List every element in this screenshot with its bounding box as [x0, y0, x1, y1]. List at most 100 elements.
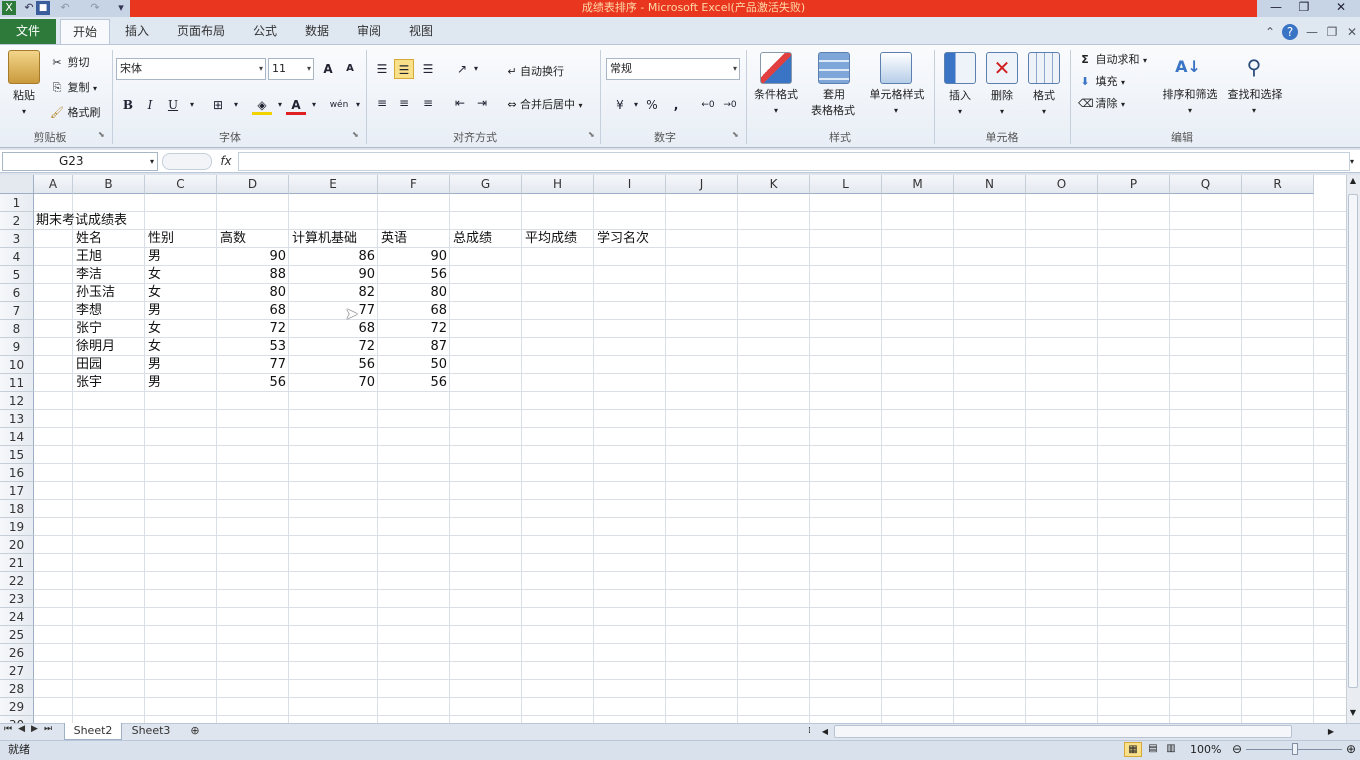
table-cell[interactable]: 女	[148, 284, 161, 302]
chevron-down-icon[interactable]: ▾	[1182, 103, 1198, 118]
column-header-m[interactable]: M	[882, 175, 954, 194]
table-cell[interactable]: 77	[289, 302, 378, 320]
column-header-j[interactable]: J	[666, 175, 738, 194]
table-cell[interactable]: 56	[378, 374, 450, 392]
bold-button[interactable]: B	[118, 95, 138, 115]
percent-button[interactable]: %	[642, 95, 662, 115]
sheet-navigation-icon[interactable]: ⏮◀▶⏭	[4, 724, 58, 734]
page-layout-view-icon[interactable]: ▤	[1144, 742, 1162, 757]
select-all-corner[interactable]	[0, 175, 34, 194]
chevron-down-icon[interactable]: ▾	[888, 103, 904, 118]
chevron-down-icon[interactable]: ▾	[952, 104, 968, 119]
table-header-cell[interactable]: 性别	[148, 230, 174, 248]
row-header-7[interactable]: 7	[0, 302, 34, 320]
tab-data[interactable]: 数据	[294, 19, 340, 44]
insert-function-button[interactable]: fx	[216, 152, 236, 171]
phonetic-icon[interactable]: wén	[328, 95, 350, 115]
number-dialog-launcher-icon[interactable]: ⬊	[732, 131, 741, 140]
row-header-8[interactable]: 8	[0, 320, 34, 338]
table-cell[interactable]: 88	[217, 266, 289, 284]
row-header-12[interactable]: 12	[0, 392, 34, 410]
row-header-18[interactable]: 18	[0, 500, 34, 518]
vertical-scroll-thumb[interactable]	[1348, 194, 1358, 688]
font-dialog-launcher-icon[interactable]: ⬊	[352, 131, 361, 140]
row-header-29[interactable]: 29	[0, 698, 34, 716]
column-header-a[interactable]: A	[34, 175, 73, 194]
table-header-cell[interactable]: 姓名	[76, 230, 102, 248]
formula-input[interactable]	[238, 152, 1350, 171]
row-header-21[interactable]: 21	[0, 554, 34, 572]
minimize-ribbon-icon[interactable]: ⌃	[1262, 24, 1278, 40]
tab-formulas[interactable]: 公式	[242, 19, 288, 44]
normal-view-icon[interactable]: ▦	[1124, 742, 1142, 757]
zoom-out-icon[interactable]: ⊖	[1230, 742, 1244, 757]
table-header-cell[interactable]: 总成绩	[453, 230, 492, 248]
table-cell[interactable]: 68	[217, 302, 289, 320]
workbook-minimize-icon[interactable]: —	[1304, 24, 1320, 40]
help-icon[interactable]: ?	[1282, 24, 1298, 40]
clear-button[interactable]: ⌫ 清除 ▾	[1078, 95, 1125, 111]
restore-window-icon[interactable]: ❐	[1290, 0, 1318, 16]
row-header-9[interactable]: 9	[0, 338, 34, 356]
table-cell[interactable]: 张宇	[76, 374, 102, 392]
table-header-cell[interactable]: 高数	[220, 230, 246, 248]
italic-button[interactable]: I	[140, 95, 160, 115]
scroll-up-icon[interactable]: ▲	[1347, 176, 1359, 188]
insert-cells-button[interactable]: 插入	[940, 88, 980, 103]
underline-dropdown-icon[interactable]: ▾	[182, 95, 202, 115]
wrap-text-button[interactable]: ↵ 自动换行	[504, 63, 564, 79]
column-header-k[interactable]: K	[738, 175, 810, 194]
close-window-icon[interactable]: ✕	[1322, 0, 1360, 16]
scroll-left-icon[interactable]: ◀	[818, 724, 832, 739]
format-cells-icon[interactable]	[1028, 52, 1060, 84]
name-box-dropdown-icon[interactable]: ▾	[146, 152, 158, 171]
font-size-select[interactable]: 11 ▾	[268, 58, 314, 80]
row-header-16[interactable]: 16	[0, 464, 34, 482]
column-header-e[interactable]: E	[289, 175, 378, 194]
table-cell[interactable]: 87	[378, 338, 450, 356]
table-cell[interactable]: 90	[378, 248, 450, 266]
format-as-table-icon[interactable]	[818, 52, 850, 84]
zoom-level[interactable]: 100%	[1190, 742, 1221, 758]
table-cell[interactable]: 李洁	[76, 266, 102, 284]
delete-cells-button[interactable]: 删除	[982, 88, 1022, 103]
table-cell[interactable]: 90	[217, 248, 289, 266]
table-cell[interactable]: 女	[148, 266, 161, 284]
format-as-table-label-2[interactable]: 表格格式	[800, 103, 866, 118]
table-cell[interactable]: 男	[148, 248, 161, 266]
workbook-restore-icon[interactable]: ❐	[1324, 24, 1340, 40]
column-header-b[interactable]: B	[73, 175, 145, 194]
table-cell[interactable]: 徐明月	[76, 338, 115, 356]
row-header-1[interactable]: 1	[0, 194, 34, 212]
table-cell[interactable]: 80	[378, 284, 450, 302]
grow-font-button[interactable]: A	[318, 59, 338, 79]
paste-icon[interactable]	[8, 50, 40, 84]
alignment-dialog-launcher-icon[interactable]: ⬊	[588, 131, 597, 140]
formula-bar-expand-handle[interactable]	[162, 153, 212, 170]
table-cell[interactable]: 70	[289, 374, 378, 392]
undo-icon[interactable]: ↶	[22, 1, 36, 15]
table-cell[interactable]: 86	[289, 248, 378, 266]
row-header-3[interactable]: 3	[0, 230, 34, 248]
number-format-select[interactable]: 常规 ▾	[606, 58, 740, 80]
align-middle-icon[interactable]: ☰	[394, 59, 414, 79]
increase-indent-icon[interactable]: ⇥	[472, 93, 492, 113]
row-header-4[interactable]: 4	[0, 248, 34, 266]
zoom-in-icon[interactable]: ⊕	[1344, 742, 1358, 757]
row-header-30[interactable]: 30	[0, 716, 34, 723]
table-cell[interactable]: 男	[148, 356, 161, 374]
table-cell[interactable]: 80	[217, 284, 289, 302]
minimize-window-icon[interactable]: —	[1262, 0, 1290, 16]
table-header-cell[interactable]: 计算机基础	[292, 230, 357, 248]
align-center-icon[interactable]: ≡	[394, 93, 414, 113]
chevron-down-icon[interactable]: ▾	[768, 103, 784, 118]
scroll-right-icon[interactable]: ▶	[1324, 724, 1338, 739]
format-as-table-label-1[interactable]: 套用	[806, 87, 862, 102]
scroll-down-icon[interactable]: ▼	[1347, 708, 1359, 720]
font-name-select[interactable]: 宋体 ▾	[116, 58, 266, 80]
conditional-formatting-button[interactable]: 条件格式	[748, 87, 804, 102]
phonetic-dropdown-icon[interactable]: ▾	[348, 95, 368, 115]
insert-sheet-icon[interactable]: ⊕	[182, 723, 208, 740]
table-cell[interactable]: 68	[378, 302, 450, 320]
column-header-i[interactable]: I	[594, 175, 666, 194]
